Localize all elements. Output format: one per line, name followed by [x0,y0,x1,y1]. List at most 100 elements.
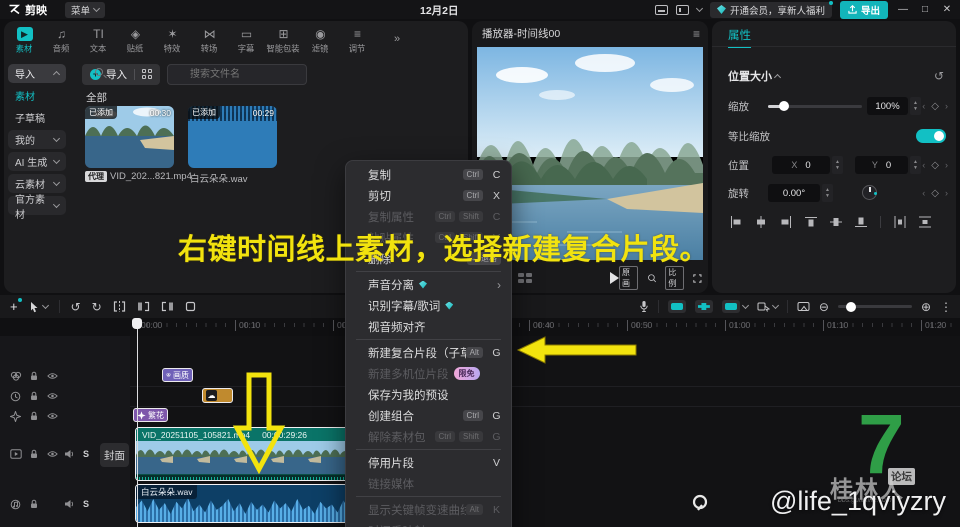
position-y-field[interactable]: Y0 [855,156,908,174]
tab-audio[interactable]: ♫音频 [43,27,80,55]
redo-button[interactable]: ↻ [92,300,102,314]
media-item-audio[interactable]: 已添加 00:29 [188,106,277,168]
position-x-field[interactable]: X0 [772,156,830,174]
ratio-badge[interactable]: 比例 [665,266,684,290]
position-keyframe-controls[interactable]: ‹◇› [922,160,948,171]
tab-text[interactable]: TI文本 [80,27,117,55]
player-menu-icon[interactable]: ≡ [693,27,700,41]
fullscreen-icon[interactable] [693,273,702,284]
add-track-button[interactable]: + [10,299,18,314]
distribute-v-icon[interactable] [919,216,931,228]
menu-item[interactable]: 识别字幕/歌词 [346,295,511,316]
tab-effects[interactable]: ✶特效 [154,27,191,55]
eye-icon[interactable] [47,450,58,458]
layout-grid-icon[interactable] [518,273,532,283]
timeline-zoom-slider[interactable] [838,305,912,308]
properties-tab[interactable]: 属性 [728,27,751,48]
play-button[interactable] [610,272,619,284]
eye-icon[interactable] [47,372,58,380]
distribute-h-icon[interactable] [894,216,906,228]
tab-filters[interactable]: ◉滤镜 [302,27,339,55]
sidebar-item[interactable]: 素材 [8,86,66,105]
minimize-button[interactable]: — [896,4,910,15]
menu-item[interactable]: 链接媒体 [346,473,511,494]
menu-item[interactable]: 声音分离› [346,274,511,295]
align-center-h-icon[interactable] [755,216,767,228]
tab-smart-pack[interactable]: ⊞智能包装 [265,27,302,55]
sidebar-item[interactable]: 导入 [8,64,66,83]
lock-icon[interactable] [29,499,39,509]
menu-item[interactable]: 视音频对齐 [346,316,511,337]
layout-chevron-icon[interactable] [696,5,703,12]
search-input[interactable] [167,64,307,85]
uniform-scale-toggle[interactable] [916,129,946,143]
speaker-icon[interactable] [64,449,74,459]
tab-sticker[interactable]: ◈贴纸 [117,27,154,55]
quality-badge[interactable]: 原画 [619,266,638,290]
menu-item[interactable]: 新建多机位片段限免 [346,363,511,384]
filter-all-label[interactable]: 全部 [86,90,107,105]
zoom-out-icon[interactable]: ⊖ [819,300,829,314]
edit-mode-tool[interactable] [757,301,778,312]
section-title[interactable]: 位置大小 [728,68,780,84]
menu-item[interactable]: 显示关键帧变速曲线AltK [346,499,511,520]
sidebar-item[interactable]: 官方素材 [8,196,66,215]
menu-item[interactable]: 复制属性CtrlShiftC [346,206,511,227]
rotation-keyframe-controls[interactable]: ‹◇› [922,188,948,199]
delete-tool-icon[interactable] [185,301,196,312]
menu-item[interactable]: 保存为我的预设 [346,384,511,405]
rotation-value[interactable]: 0.00° [768,184,820,202]
playhead-handle[interactable] [132,318,142,329]
cover-button[interactable]: 封面 [100,443,129,467]
zoom-in-icon[interactable]: ⊕ [921,300,931,314]
menu-button[interactable]: 菜单 [65,2,105,18]
tab-media[interactable]: ▶素材 [6,27,43,55]
import-button[interactable]: + 导入 [82,64,160,85]
position-y-stepper[interactable]: ▲▼ [910,156,921,174]
trim-right-icon[interactable] [161,301,174,312]
layout-split-icon[interactable] [676,5,689,15]
menu-item[interactable]: 创建组合CtrlG [346,405,511,426]
preview-frame-icon[interactable] [797,301,810,312]
reset-icon[interactable]: ↺ [934,69,944,83]
maximize-button[interactable]: □ [918,4,932,15]
align-center-v-icon[interactable] [830,216,842,228]
scale-keyframe-controls[interactable]: ‹◇› [922,101,948,112]
trim-left-icon[interactable] [137,301,150,312]
tab-transition[interactable]: ⋈转场 [191,27,228,55]
lock-icon[interactable] [29,371,39,381]
undo-button[interactable]: ↺ [71,300,81,314]
rotation-stepper[interactable]: ▲▼ [822,184,833,202]
tab-captions[interactable]: ▭字幕 [228,27,265,55]
solo-badge[interactable]: S [83,499,89,509]
rotation-dial[interactable] [862,185,877,200]
align-top-icon[interactable] [805,216,817,228]
more-options-icon[interactable]: ⋮ [940,300,952,314]
split-tool-icon[interactable] [113,301,126,312]
record-voice-icon[interactable] [639,300,649,313]
menu-item[interactable]: 停用片段V [346,452,511,473]
menu-item[interactable]: 剪切CtrlX [346,185,511,206]
solo-badge[interactable]: S [83,449,89,459]
layout-bottom-icon[interactable] [655,5,668,15]
scale-stepper[interactable]: ▲▼ [910,97,921,115]
align-right-icon[interactable] [780,216,792,228]
select-tool[interactable] [29,301,48,313]
sidebar-item[interactable]: 子草稿 [8,108,66,127]
close-button[interactable]: ✕ [940,4,954,15]
export-button[interactable]: 导出 [840,1,888,19]
tab-adjust[interactable]: ≡调节 [339,27,376,55]
linkage-tool[interactable] [722,300,748,313]
sidebar-item[interactable]: AI 生成 [8,152,66,171]
menu-item[interactable]: 新建复合片段（子草稿）AltG [346,342,511,363]
fit-zoom-icon[interactable] [647,272,657,284]
align-bottom-icon[interactable] [855,216,867,228]
lock-icon[interactable] [29,391,39,401]
ribbon-more-button[interactable]: » [394,33,400,45]
sidebar-item[interactable]: 我的 [8,130,66,149]
media-item-video[interactable]: 已添加 00:30 [85,106,174,168]
menu-item[interactable]: 复制CtrlC [346,164,511,185]
main-track-magnet-icon[interactable] [668,300,686,313]
lock-icon[interactable] [29,411,39,421]
vip-banner[interactable]: 开通会员，享新人福利 [710,2,832,18]
